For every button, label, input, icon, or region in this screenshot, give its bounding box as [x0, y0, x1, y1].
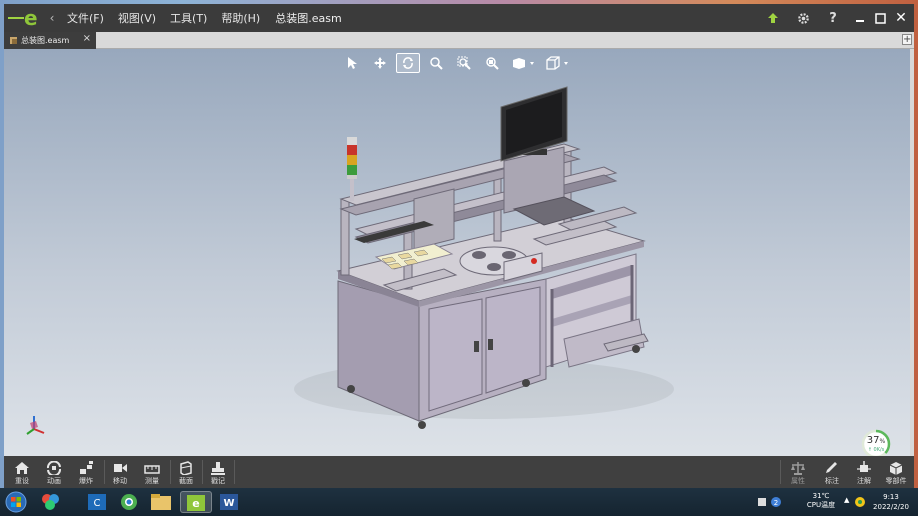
maximize-button[interactable]: [872, 4, 888, 32]
menu-tools[interactable]: 工具(T): [163, 10, 214, 26]
menu-view[interactable]: 视图(V): [111, 10, 163, 26]
explode-button[interactable]: 爆炸: [70, 456, 102, 488]
measure-icon: [144, 465, 160, 474]
annotation-button[interactable]: 注解: [848, 456, 880, 488]
parts-button[interactable]: 零部件: [880, 456, 912, 488]
help-icon[interactable]: ?: [824, 4, 842, 32]
temperature-value: 31℃: [812, 492, 830, 500]
edrawings-taskbar-icon[interactable]: e: [180, 491, 212, 513]
section-button[interactable]: 截面: [170, 456, 202, 488]
clock-date: 2022/2/20: [873, 503, 909, 511]
cpu-temp-widget[interactable]: 31℃ CPU温度: [798, 492, 844, 510]
new-tab-button[interactable]: +: [902, 34, 912, 45]
annotation-icon: [857, 461, 871, 472]
title-bar: e ‹ 文件(F) 视图(V) 工具(T) 帮助(H) 总装图.easm ? ✕: [4, 4, 914, 32]
progress-indicator: 37% ↑ 0K/s: [861, 429, 891, 459]
document-title: 总装图.easm: [275, 12, 342, 25]
taskbar-app-icon[interactable]: C: [82, 491, 112, 513]
tab-close-icon[interactable]: ×: [83, 33, 91, 44]
assembly-icon: [10, 37, 17, 44]
bottom-toolbar: 重设 动画 爆炸 移动 测量 截面 戳记 属性 标注 注解 零部件: [4, 456, 914, 488]
scale-icon: [791, 462, 805, 475]
close-button[interactable]: ✕: [892, 4, 910, 32]
app-logo: e: [4, 4, 44, 32]
browser-icon[interactable]: [114, 491, 144, 513]
tray-expand-icon[interactable]: ▲: [844, 496, 849, 504]
3d-viewport[interactable]: 37% ↑ 0K/s: [4, 49, 914, 459]
start-button[interactable]: [4, 491, 28, 513]
gear-icon[interactable]: [794, 4, 812, 32]
move-button[interactable]: 移动: [104, 456, 136, 488]
markup-button[interactable]: 标注: [816, 456, 848, 488]
cpu-label: CPU温度: [806, 501, 836, 509]
network-icon[interactable]: [854, 496, 866, 508]
svg-text:e: e: [192, 497, 199, 510]
svg-text:2: 2: [774, 499, 778, 507]
menu-file[interactable]: 文件(F): [60, 10, 111, 26]
measure-button[interactable]: 测量: [136, 456, 168, 488]
os-taskbar: C e W 2 31℃ CPU温度 ▲ 9:13 2022/2/20: [0, 488, 918, 516]
home-icon: [15, 462, 29, 474]
folder-icon[interactable]: [146, 491, 176, 513]
document-tab-bar: 总装图.easm × +: [4, 32, 914, 49]
properties-button[interactable]: 属性: [782, 456, 814, 488]
viewport-scrollbar[interactable]: [910, 49, 914, 456]
progress-value: 37: [866, 435, 880, 446]
progress-sub: ↑ 0K/s: [867, 447, 885, 453]
menu-help[interactable]: 帮助(H): [214, 10, 267, 26]
tray-icons[interactable]: 2: [756, 492, 786, 512]
tab-document[interactable]: 总装图.easm ×: [4, 32, 96, 49]
clock-time: 9:13: [883, 493, 899, 501]
parts-icon: [889, 462, 903, 475]
tab-label: 总装图.easm: [21, 36, 70, 45]
move-icon: [114, 464, 127, 472]
collapse-chevron-icon[interactable]: ‹: [44, 11, 60, 25]
svg-text:C: C: [94, 498, 101, 509]
stamp-button[interactable]: 戳记: [202, 456, 234, 488]
word-icon[interactable]: W: [214, 491, 244, 513]
animation-button[interactable]: 动画: [38, 456, 70, 488]
progress-unit: %: [879, 438, 886, 445]
clock[interactable]: 9:13 2022/2/20: [868, 492, 914, 512]
axis-triad-icon: [26, 416, 45, 435]
system-tray: 2 31℃ CPU温度 ▲ 9:13 2022/2/20: [756, 488, 918, 516]
stamp-icon: [211, 462, 225, 475]
assembly-model[interactable]: [4, 49, 914, 456]
animation-icon: [47, 461, 61, 475]
section-icon: [180, 461, 192, 475]
pen-icon: [826, 462, 837, 473]
toolbar-divider: [780, 460, 781, 484]
minimize-button[interactable]: [852, 4, 868, 32]
toolbar-divider: [234, 460, 235, 484]
reset-button[interactable]: 重设: [6, 456, 38, 488]
upload-icon[interactable]: [764, 4, 782, 32]
explode-icon: [80, 461, 93, 474]
taskbar-app-icon[interactable]: [36, 491, 66, 513]
svg-text:W: W: [223, 498, 234, 509]
